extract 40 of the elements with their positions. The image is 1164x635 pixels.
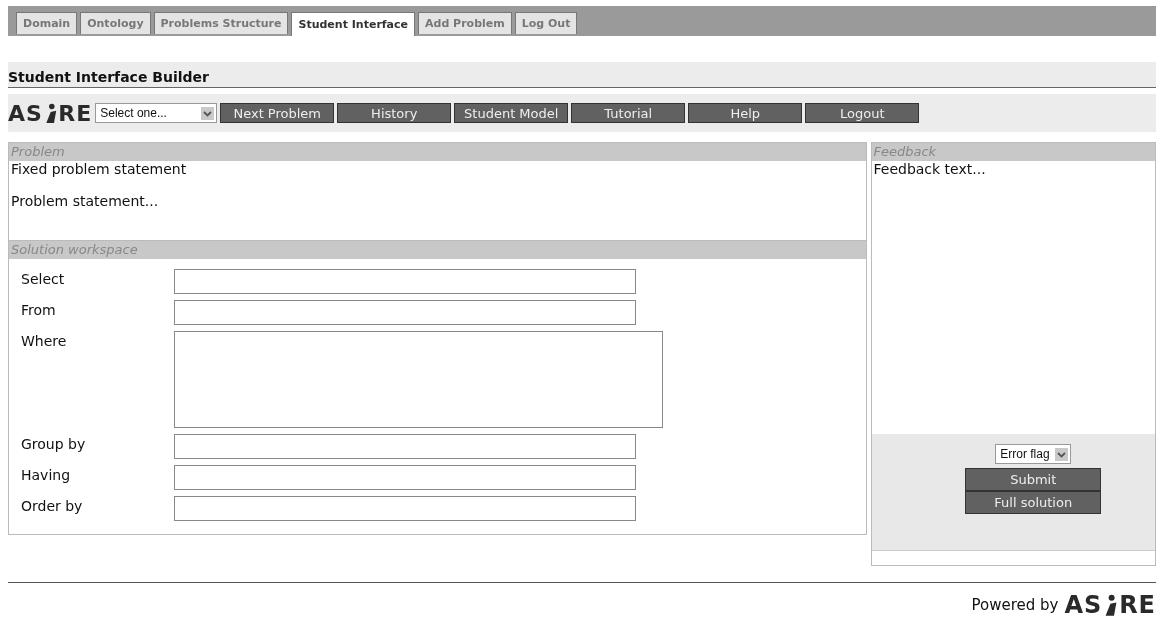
tab[interactable]: Domain xyxy=(16,12,78,34)
logo-text: RE xyxy=(58,100,93,126)
feedback-button[interactable]: Full solution xyxy=(965,491,1102,514)
field-label: Group by xyxy=(20,435,87,452)
logo-text: RE xyxy=(1119,591,1156,619)
section-title: Solution workspace xyxy=(9,241,866,259)
toolbar-button[interactable]: Logout xyxy=(805,103,920,123)
problem-select[interactable]: Select one... xyxy=(95,103,218,123)
field-label: Select xyxy=(20,270,66,287)
feedback-button[interactable]: Submit xyxy=(965,468,1102,491)
tab[interactable]: Log Out xyxy=(514,12,578,34)
page-title: Student Interface Builder xyxy=(8,62,1156,88)
field-label: Having xyxy=(20,466,72,483)
powered-by-label: Powered by xyxy=(971,596,1059,614)
toolbar-button[interactable]: Help xyxy=(688,103,803,123)
input-field[interactable] xyxy=(174,496,636,521)
field-label: Where xyxy=(20,332,68,349)
problem-statement: Problem statement... xyxy=(10,193,160,209)
tab[interactable]: Student Interface xyxy=(291,12,415,36)
input-field[interactable] xyxy=(174,331,663,428)
toolbar-button[interactable]: History xyxy=(337,103,452,123)
toolbar-button[interactable]: Student Model xyxy=(454,103,569,123)
toolbar-button[interactable]: Next Problem xyxy=(220,103,335,123)
logo-text: AS xyxy=(8,100,43,126)
input-field[interactable] xyxy=(174,300,636,325)
input-field[interactable] xyxy=(174,269,636,294)
tab[interactable]: Problems Structure xyxy=(153,12,289,34)
section-title: Feedback xyxy=(871,143,1155,161)
field-label: Order by xyxy=(20,497,84,514)
fixed-problem-statement: Fixed problem statement xyxy=(10,161,188,177)
input-field[interactable] xyxy=(174,434,636,459)
error-flag-select[interactable]: Error flag xyxy=(995,444,1072,464)
tab[interactable]: Ontology xyxy=(80,12,151,34)
logo-text: AS xyxy=(1064,591,1103,619)
input-field[interactable] xyxy=(174,465,636,490)
feedback-text: Feedback text... xyxy=(872,161,987,177)
toolbar-button[interactable]: Tutorial xyxy=(571,103,686,123)
section-title: Problem xyxy=(9,143,866,161)
field-label: From xyxy=(20,301,57,318)
tab[interactable]: Add Problem xyxy=(418,12,512,34)
